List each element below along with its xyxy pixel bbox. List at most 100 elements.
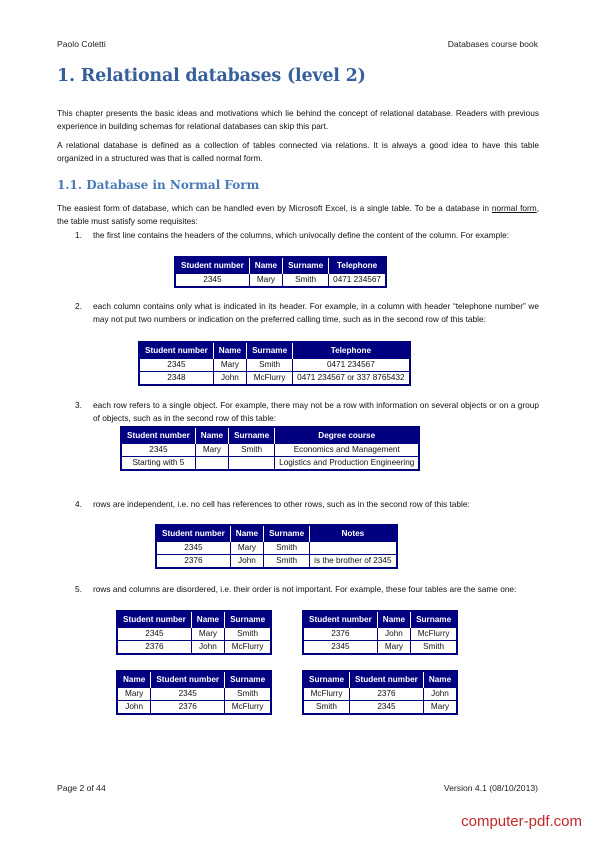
table-cell: Smith [228,443,275,457]
table-cell: McFlurry [410,627,458,641]
column-header: Degree course [274,427,420,444]
table-cell: 2376 [349,687,424,701]
table-cell: McFlurry [303,687,350,701]
column-header: Name [422,671,458,688]
table-cell: 0471 234567 [292,358,410,372]
table-cell: is the brother of 2345 [309,554,397,568]
column-header: Surname [263,525,310,542]
column-header: Name [229,525,264,542]
list-number: 3. [75,400,82,410]
table-header-row: Student number Name Surname Telephone [175,257,386,274]
section-intro: The easiest form of database, which can … [57,202,539,229]
table-cell: 2345 [175,273,250,287]
table-cell: John [422,687,458,701]
table-cell: John [376,627,411,641]
table-row: 2345 Mary Smith Economics and Management [121,443,420,457]
table-cell: Mary [194,443,229,457]
table-cell: John [229,554,264,568]
table-row: 2348 John McFlurry 0471 234567 or 337 87654… [139,371,410,385]
column-header: Surname [410,611,458,628]
table-row: 2376 John McFlurry [303,627,458,641]
example-table-5c: Name Student number Surname Mary 2345 Smith Jo… [116,670,273,715]
column-header: Name [212,342,247,359]
column-header: Surname [246,342,293,359]
table-cell: Mary [117,687,151,701]
chapter-title: 1. Relational databases (level 2) [57,66,366,86]
example-table-3: Student number Name Surname Degree course 23… [120,426,421,471]
requisite-item: 2. each column contains only what is ind… [57,300,539,327]
table-cell: 2345 [121,443,196,457]
table-row: 2345 Mary Smith [156,541,397,555]
table-cell [309,541,397,555]
section-title: 1.1. Database in Normal Form [57,178,260,192]
list-number: 1. [75,230,82,240]
table-cell: Mary [190,627,225,641]
column-header: Notes [309,525,397,542]
requisite-item: 3. each row refers to a single object. F… [57,399,539,426]
column-header: Student number [156,525,231,542]
example-table-5a: Student number Name Surname 2345 Mary Smith 23… [116,610,273,655]
table-cell: Smith [303,700,350,714]
table-cell [228,456,275,470]
table-cell: Economics and Management [274,443,420,457]
example-table-5b: Student number Name Surname 2376 John McFlurr… [302,610,459,655]
table-cell: 2348 [139,371,214,385]
list-number: 2. [75,301,82,311]
table-row: 2376 John McFlurry [117,640,272,654]
list-text: each column contains only what is indica… [93,301,539,325]
table-row: 2345 Mary Smith [117,627,272,641]
example-table-4: Student number Name Surname Notes 2345 Mary Sm… [155,524,398,569]
table-header-row: Student number Name Surname Degree course [121,427,420,444]
intro-paragraph: This chapter presents the basic ideas an… [57,108,539,132]
column-header: Surname [224,611,272,628]
table-cell: 2345 [117,627,192,641]
column-header: Student number [303,611,378,628]
intro-paragraph: A relational database is defined as a co… [57,140,539,164]
table-cell: Mary [248,273,283,287]
example-table-5d: Surname Student number Name McFlurry 2376 Joh… [302,670,459,715]
column-header: Student number [349,671,424,688]
table-row: 2376 John Smith is the brother of 2345 [156,554,397,568]
column-header: Name [117,671,151,688]
table-cell: 2376 [156,554,231,568]
column-header: Surname [303,671,350,688]
table-cell: 2345 [349,700,424,714]
column-header: Telephone [328,257,386,274]
column-header: Name [248,257,283,274]
table-cell: Smith [263,554,310,568]
table-cell: 2376 [117,640,192,654]
table-cell: 2345 [150,687,225,701]
watermark: computer-pdf.com [461,813,582,830]
table-cell: John [190,640,225,654]
requisite-item: 5. rows and columns are disordered, i.e.… [57,583,539,596]
list-text: rows are independent, i.e. no cell has r… [93,499,470,509]
footer-version: Version 4.1 (08/10/2013) [443,783,538,793]
table-cell: John [117,700,151,714]
table-cell: 0471 234567 or 337 8765432 [292,371,410,385]
column-header: Name [190,611,225,628]
normal-form-link: normal form [491,203,537,213]
column-header: Surname [228,427,275,444]
requisite-item: 1. the first line contains the headers o… [57,229,539,242]
table-cell: Mary [422,700,458,714]
table-cell: Starting with 5 [121,456,196,470]
table-cell: 2345 [303,640,378,654]
table-cell: McFlurry [246,371,293,385]
table-cell: John [212,371,247,385]
table-cell: Mary [212,358,247,372]
table-cell: Smith [224,627,272,641]
table-cell: Smith [410,640,458,654]
table-row: Smith 2345 Mary [303,700,458,714]
table-cell: McFlurry [224,640,272,654]
table-row: 2345 Mary Smith 0471 234567 [175,273,386,287]
requisite-item: 4. rows are independent, i.e. no cell ha… [57,498,539,511]
table-row: McFlurry 2376 John [303,687,458,701]
table-cell: 2345 [139,358,214,372]
table-cell: McFlurry [224,700,272,714]
column-header: Name [194,427,229,444]
table-row: Mary 2345 Smith [117,687,272,701]
table-cell: Logistics and Production Engineering [274,456,420,470]
table-cell: Smith [246,358,293,372]
table-cell: 2376 [303,627,378,641]
column-header: Student number [175,257,250,274]
